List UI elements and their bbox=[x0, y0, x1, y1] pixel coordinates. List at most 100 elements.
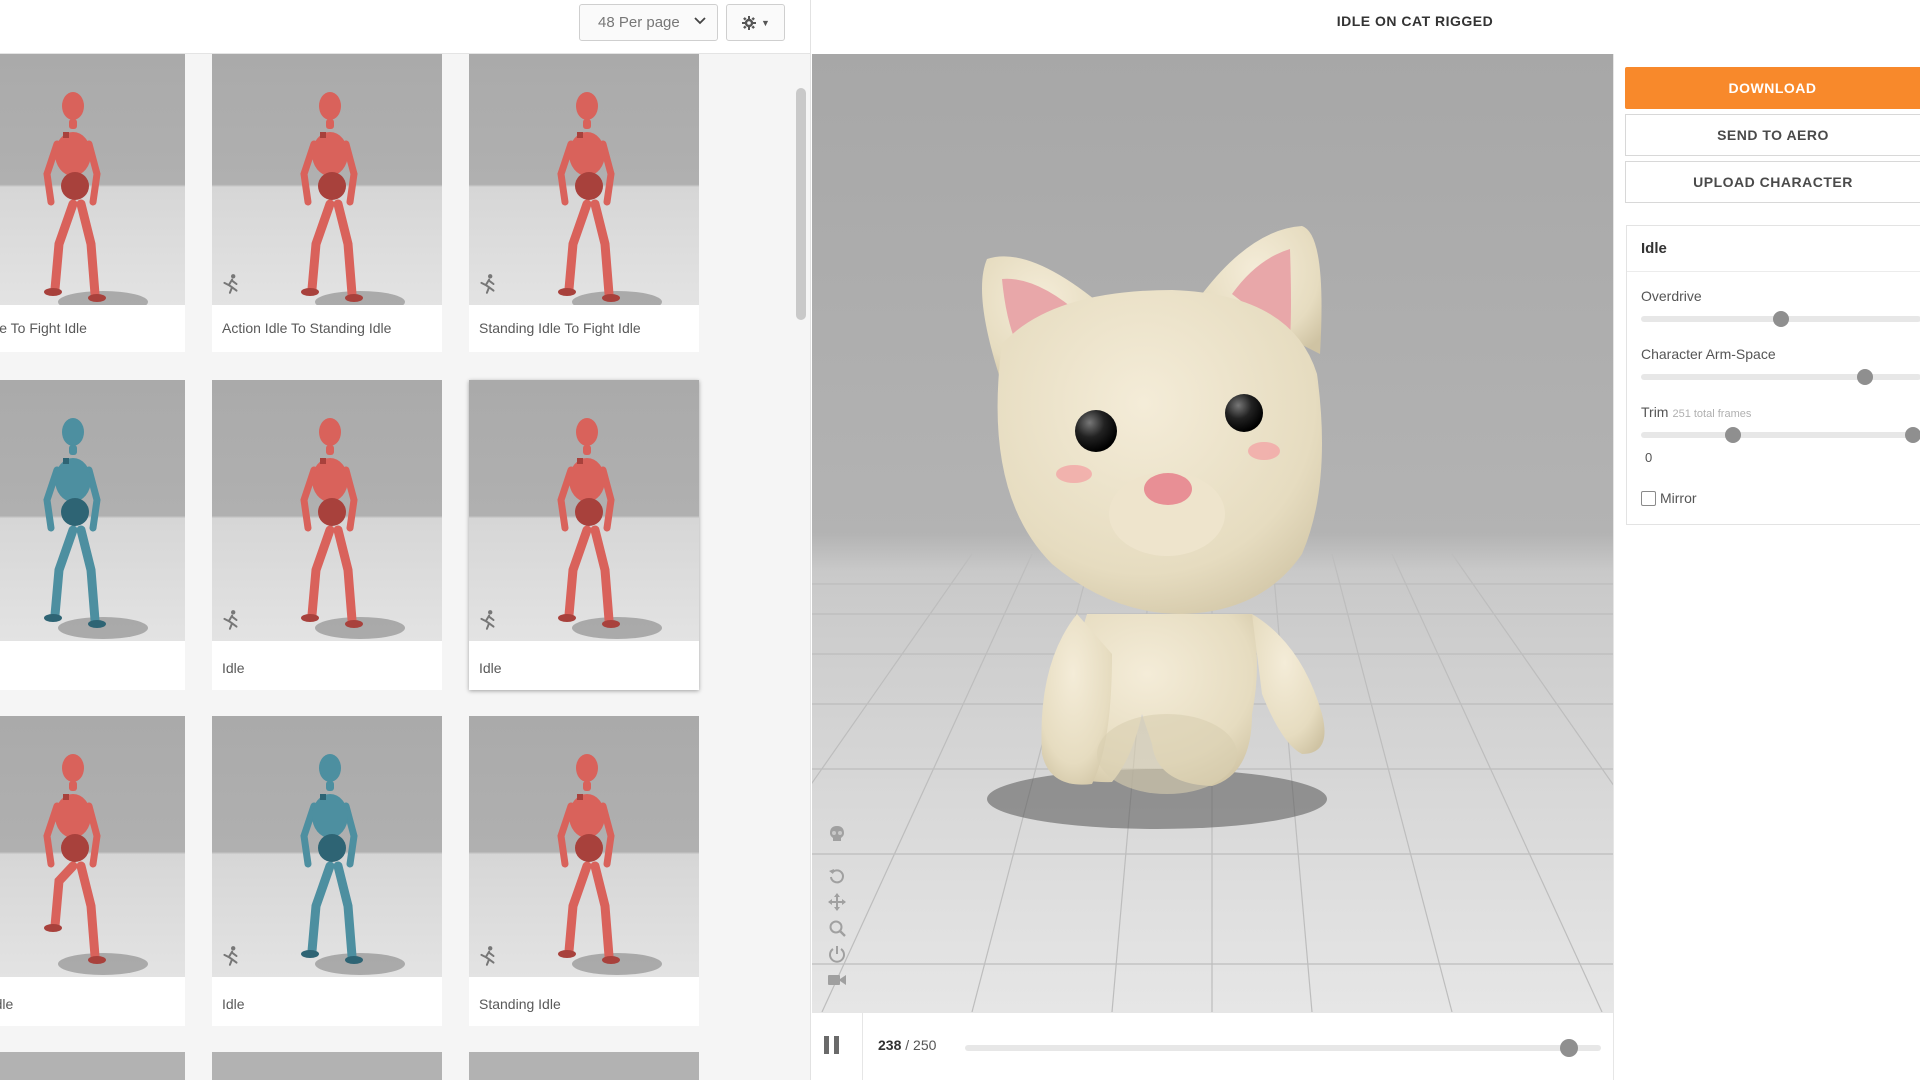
animation-card-label: Standing Idle bbox=[479, 996, 561, 1012]
animation-title: IDLE ON CAT RIGGED bbox=[1336, 13, 1494, 29]
animation-thumbnail bbox=[212, 716, 442, 977]
animation-settings: Idle Overdrive Character Arm-Space Trim 2… bbox=[1626, 225, 1920, 525]
animation-card[interactable] bbox=[469, 1052, 699, 1080]
current-frame: 238 bbox=[878, 1037, 902, 1053]
mirror-toggle[interactable]: Mirror bbox=[1641, 490, 1697, 506]
run-icon bbox=[480, 274, 495, 294]
animation-card[interactable]: Standing Idle To Fight Idle bbox=[469, 54, 699, 352]
animation-thumbnail bbox=[0, 716, 185, 977]
camera-icon[interactable] bbox=[822, 968, 852, 992]
overdrive-slider[interactable] bbox=[1641, 311, 1920, 327]
animation-thumbnail bbox=[0, 380, 185, 641]
animation-card[interactable] bbox=[0, 1052, 185, 1080]
send-to-aero-button[interactable]: SEND TO AERO bbox=[1625, 114, 1920, 156]
trim-value: 0 bbox=[1645, 450, 1653, 465]
character-figure bbox=[300, 418, 405, 639]
chevron-down-icon bbox=[694, 17, 706, 25]
character-figure bbox=[43, 92, 148, 305]
3d-viewport[interactable] bbox=[812, 54, 1613, 1012]
trim-start-handle[interactable] bbox=[1725, 427, 1742, 443]
run-icon bbox=[480, 946, 495, 966]
animation-card[interactable] bbox=[212, 1052, 442, 1080]
library-settings-button[interactable]: ▼ bbox=[726, 4, 785, 41]
overdrive-handle[interactable] bbox=[1773, 311, 1789, 327]
arm-space-label: Character Arm-Space bbox=[1641, 346, 1776, 362]
animation-thumbnail bbox=[469, 54, 699, 305]
animation-card-label: on Idle To Fight Idle bbox=[0, 320, 87, 336]
character-figure bbox=[43, 754, 148, 975]
animation-card[interactable]: Action Idle To Standing Idle bbox=[212, 54, 442, 352]
divider bbox=[1627, 271, 1920, 272]
gear-icon bbox=[742, 15, 757, 30]
animation-card-label: Action Idle To Standing Idle bbox=[222, 320, 392, 336]
trim-label-text: Trim bbox=[1641, 404, 1669, 420]
frame-counter: 238 / 250 bbox=[878, 1037, 936, 1053]
settings-title: Idle bbox=[1641, 240, 1667, 257]
animation-card[interactable]: Idle bbox=[212, 380, 442, 690]
character-figure bbox=[557, 418, 662, 639]
animation-card-label: Idle bbox=[222, 660, 245, 676]
download-button[interactable]: DOWNLOAD bbox=[1625, 67, 1920, 109]
animation-thumbnail bbox=[0, 1052, 185, 1080]
animation-card-label: Standing Idle To Fight Idle bbox=[479, 320, 641, 336]
pause-button[interactable] bbox=[824, 1036, 840, 1054]
pause-icon bbox=[824, 1036, 829, 1054]
move-icon[interactable] bbox=[822, 890, 852, 914]
library-scrollbar-thumb[interactable] bbox=[796, 88, 806, 320]
animation-thumbnail bbox=[212, 54, 442, 305]
trim-total-frames: 251 total frames bbox=[1672, 408, 1752, 420]
caret-down-icon: ▼ bbox=[761, 17, 770, 28]
app: on Idle To Fight Idle Action Idle To Sta… bbox=[0, 0, 1920, 1080]
animation-thumbnail bbox=[469, 1052, 699, 1080]
run-icon bbox=[480, 610, 495, 630]
trim-range-slider[interactable] bbox=[1641, 427, 1920, 443]
rotate-icon[interactable] bbox=[822, 864, 852, 888]
trim-end-handle[interactable] bbox=[1904, 427, 1920, 443]
playback-bar: 238 / 250 bbox=[812, 1012, 1613, 1080]
character-figure bbox=[43, 418, 148, 639]
per-page-value: 48 Per page bbox=[598, 14, 680, 31]
timeline-handle[interactable] bbox=[1560, 1039, 1579, 1057]
animation-card[interactable]: on Idle To Fight Idle bbox=[0, 54, 185, 352]
animation-card[interactable]: Idle bbox=[212, 716, 442, 1026]
zoom-icon[interactable] bbox=[822, 916, 852, 940]
power-icon[interactable] bbox=[822, 942, 852, 966]
animation-card-label: Idle bbox=[222, 996, 245, 1012]
mirror-checkbox[interactable] bbox=[1641, 490, 1656, 506]
character-figure bbox=[300, 92, 405, 305]
animation-card-label: Idle bbox=[479, 660, 502, 676]
run-icon bbox=[223, 610, 238, 630]
overdrive-label: Overdrive bbox=[1641, 288, 1702, 304]
divider bbox=[862, 1013, 863, 1080]
animation-library: on Idle To Fight Idle Action Idle To Sta… bbox=[0, 0, 811, 1080]
animation-thumbnail bbox=[0, 54, 185, 305]
right-panel bbox=[1613, 54, 1920, 1080]
animation-card-selected[interactable]: Idle bbox=[469, 380, 699, 690]
animation-card[interactable]: ling Idle bbox=[0, 716, 185, 1026]
animation-thumbnail bbox=[469, 716, 699, 977]
viewport-toolbar bbox=[822, 822, 852, 992]
timeline-slider[interactable] bbox=[965, 1039, 1601, 1057]
upload-character-button[interactable]: UPLOAD CHARACTER bbox=[1625, 161, 1920, 203]
mirror-label: Mirror bbox=[1660, 490, 1697, 506]
animation-card[interactable]: Standing Idle bbox=[469, 716, 699, 1026]
total-frames: 250 bbox=[913, 1037, 937, 1053]
arm-space-handle[interactable] bbox=[1857, 369, 1873, 385]
arm-space-slider[interactable] bbox=[1641, 369, 1920, 385]
cat-nose bbox=[1144, 473, 1192, 505]
animation-thumbnail bbox=[469, 380, 699, 641]
cat-character-scene bbox=[812, 54, 1613, 1012]
trim-label: Trim 251 total frames bbox=[1641, 404, 1751, 420]
run-icon bbox=[223, 946, 238, 966]
animation-card-label: ling Idle bbox=[0, 996, 14, 1012]
skull-icon[interactable] bbox=[822, 822, 852, 846]
animation-card[interactable] bbox=[0, 380, 185, 690]
animation-grid: on Idle To Fight Idle Action Idle To Sta… bbox=[0, 54, 795, 1080]
character-figure bbox=[557, 754, 662, 975]
character-figure bbox=[300, 754, 405, 975]
animation-thumbnail bbox=[212, 380, 442, 641]
cat-eye-right bbox=[1225, 394, 1263, 432]
frame-separator: / bbox=[901, 1037, 914, 1053]
run-icon bbox=[223, 274, 238, 294]
per-page-select[interactable]: 48 Per page bbox=[579, 4, 718, 41]
